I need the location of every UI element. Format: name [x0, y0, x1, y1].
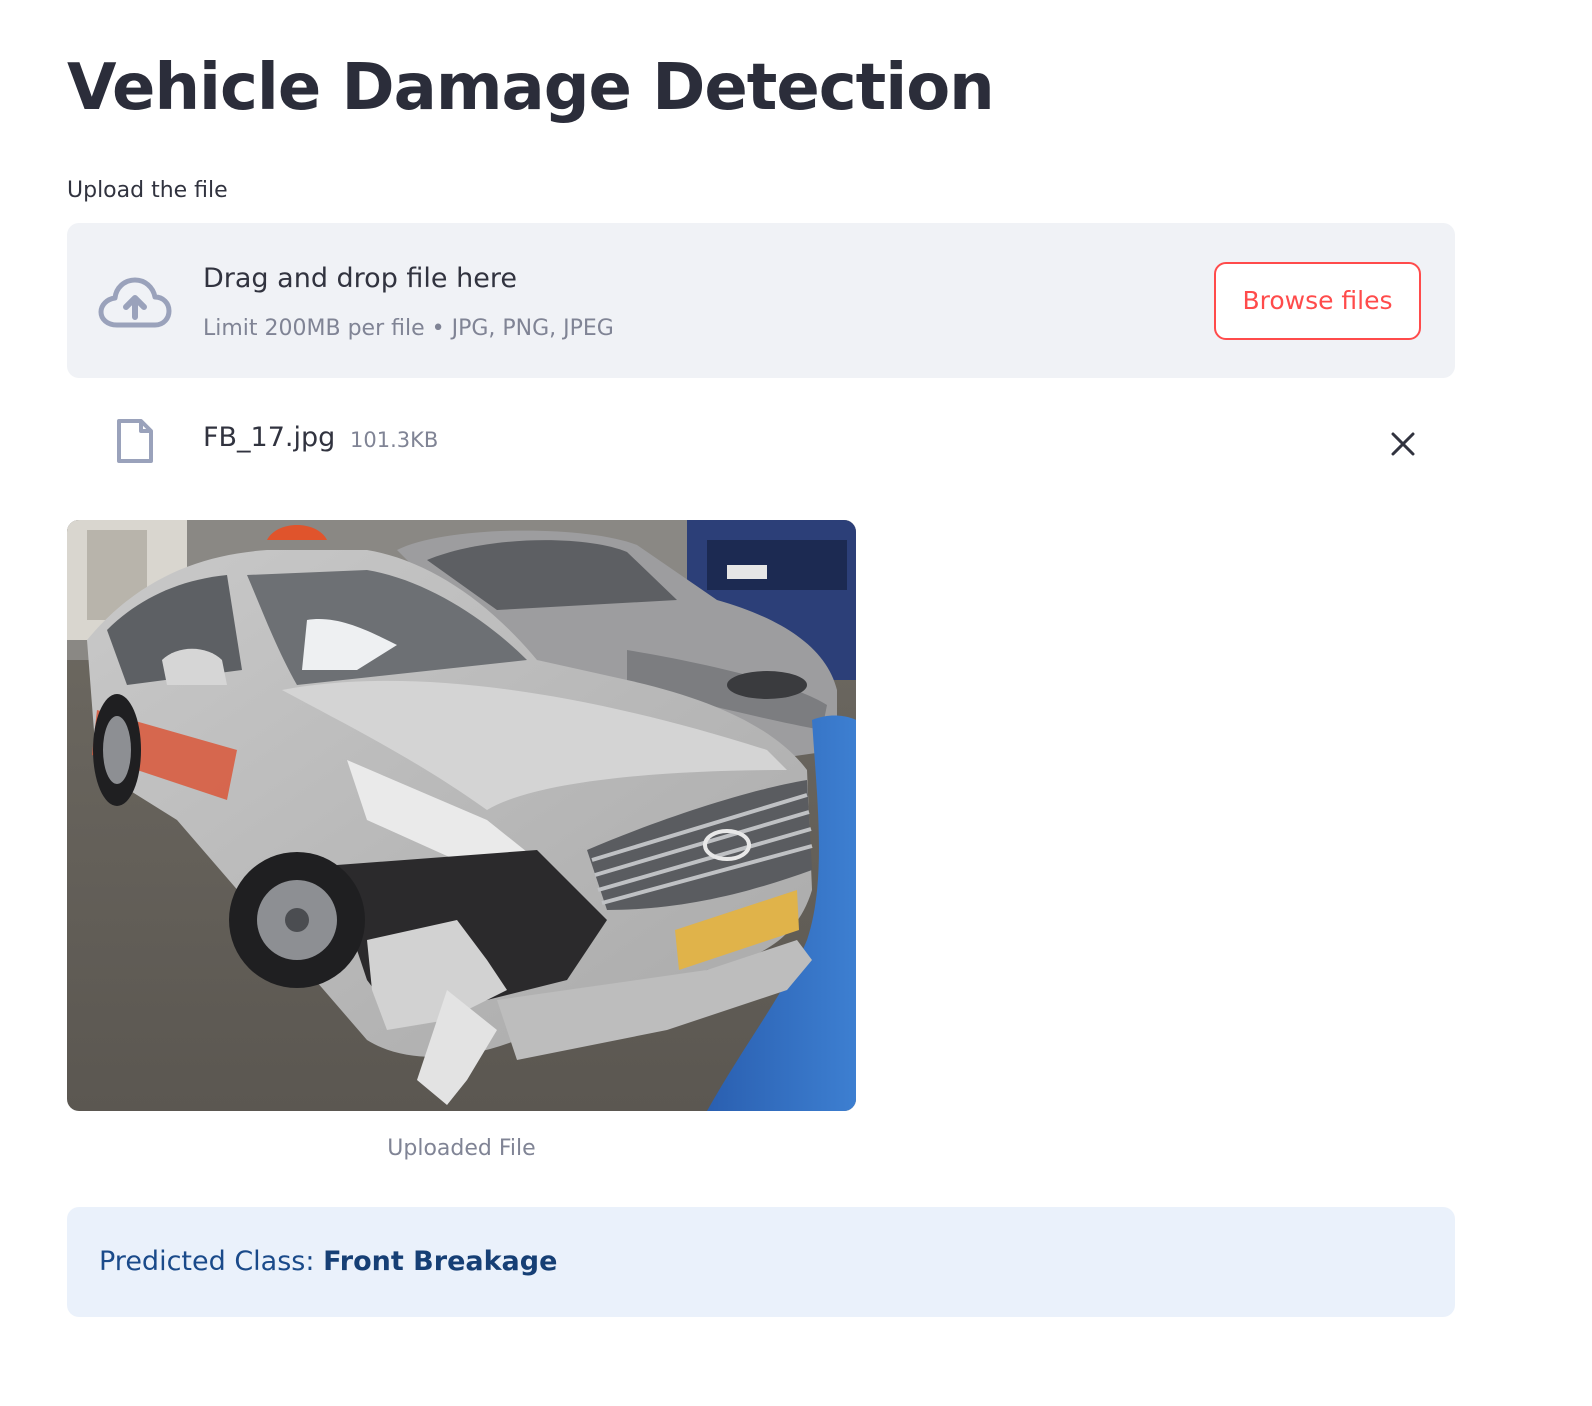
close-icon[interactable]	[1385, 426, 1421, 462]
cloud-upload-icon	[98, 277, 172, 328]
uploaded-image	[67, 520, 856, 1111]
image-caption: Uploaded File	[387, 1136, 536, 1161]
page-title: Vehicle Damage Detection	[67, 51, 995, 125]
uploaded-file-item: FB_17.jpg 101.3KB	[67, 400, 1455, 480]
upload-label: Upload the file	[67, 178, 228, 203]
prediction-label: Predicted Class:	[99, 1246, 315, 1277]
prediction-text: Predicted Class: Front Breakage	[99, 1244, 557, 1280]
file-dropzone[interactable]: Drag and drop file here Limit 200MB per …	[67, 223, 1455, 378]
damaged-car-photo	[67, 520, 856, 1111]
dropzone-title: Drag and drop file here	[203, 263, 517, 294]
browse-files-button[interactable]: Browse files	[1214, 262, 1421, 340]
dropzone-hint: Limit 200MB per file • JPG, PNG, JPEG	[203, 316, 614, 341]
file-icon	[117, 419, 153, 463]
prediction-alert: Predicted Class: Front Breakage	[67, 1207, 1455, 1317]
prediction-value: Front Breakage	[323, 1246, 558, 1277]
file-name: FB_17.jpg	[203, 422, 336, 453]
file-size: 101.3KB	[350, 428, 439, 452]
